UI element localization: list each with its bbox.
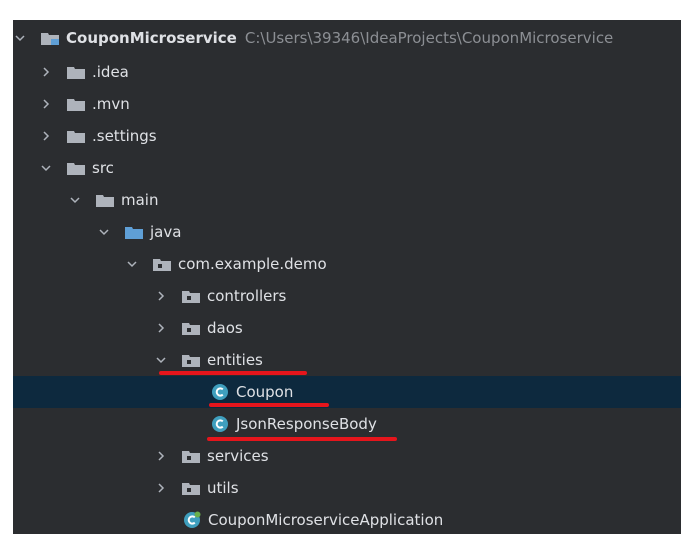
tree-row-java[interactable]: java bbox=[13, 216, 681, 248]
project-tool-window: CouponMicroservice C:\Users\39346\IdeaPr… bbox=[0, 0, 681, 534]
spring-boot-class-icon bbox=[183, 511, 201, 529]
package-label-entities: entities bbox=[207, 351, 263, 369]
folder-icon bbox=[67, 162, 85, 175]
folder-label-src: src bbox=[92, 159, 114, 177]
chevron-right-icon[interactable] bbox=[39, 97, 53, 111]
tree-row-mvn[interactable]: .mvn bbox=[13, 88, 681, 120]
tree-row-coupon[interactable]: Coupon bbox=[13, 376, 681, 408]
folder-label-idea: .idea bbox=[92, 63, 129, 81]
chevron-down-icon[interactable] bbox=[154, 353, 168, 367]
chevron-down-icon[interactable] bbox=[13, 31, 27, 45]
chevron-right-icon[interactable] bbox=[39, 65, 53, 79]
tree-row-application[interactable]: CouponMicroserviceApplication bbox=[13, 504, 681, 534]
class-icon bbox=[211, 383, 229, 401]
folder-icon bbox=[96, 194, 114, 207]
red-underline-coupon bbox=[209, 403, 329, 407]
package-folder-icon bbox=[182, 482, 200, 495]
package-label-utils: utils bbox=[207, 479, 239, 497]
chevron-down-icon[interactable] bbox=[39, 161, 53, 175]
package-folder-icon bbox=[182, 450, 200, 463]
class-label-json-response-body: JsonResponseBody bbox=[236, 415, 377, 433]
tree-row-package[interactable]: com.example.demo bbox=[13, 248, 681, 280]
package-folder-icon bbox=[153, 258, 171, 271]
package-label-controllers: controllers bbox=[207, 287, 287, 305]
folder-label-main: main bbox=[121, 191, 159, 209]
folder-icon bbox=[67, 98, 85, 111]
tree-row-services[interactable]: services bbox=[13, 440, 681, 472]
tree-row-main[interactable]: main bbox=[13, 184, 681, 216]
project-path: C:\Users\39346\IdeaProjects\CouponMicros… bbox=[244, 29, 614, 47]
chevron-down-icon[interactable] bbox=[125, 257, 139, 271]
tree-row-src[interactable]: src bbox=[13, 152, 681, 184]
red-underline-entities bbox=[159, 371, 307, 375]
folder-icon bbox=[67, 130, 85, 143]
project-tree[interactable]: CouponMicroservice C:\Users\39346\IdeaPr… bbox=[13, 20, 681, 534]
chevron-down-icon[interactable] bbox=[68, 193, 82, 207]
chevron-right-icon[interactable] bbox=[39, 129, 53, 143]
tree-row-settings[interactable]: .settings bbox=[13, 120, 681, 152]
tree-row-idea[interactable]: .idea bbox=[13, 56, 681, 88]
class-icon bbox=[211, 415, 229, 433]
folder-label-settings: .settings bbox=[92, 127, 157, 145]
project-name: CouponMicroservice bbox=[66, 29, 237, 47]
package-folder-icon bbox=[182, 290, 200, 303]
chevron-right-icon[interactable] bbox=[154, 289, 168, 303]
folder-icon bbox=[67, 66, 85, 79]
folder-label-java: java bbox=[150, 223, 182, 241]
source-folder-icon bbox=[125, 226, 143, 239]
chevron-right-icon[interactable] bbox=[154, 449, 168, 463]
chevron-right-icon[interactable] bbox=[154, 481, 168, 495]
tree-row-json-response-body[interactable]: JsonResponseBody bbox=[13, 408, 681, 441]
package-label-services: services bbox=[207, 447, 269, 465]
package-folder-icon bbox=[182, 354, 200, 367]
module-folder-icon bbox=[41, 32, 59, 45]
package-label-daos: daos bbox=[207, 319, 243, 337]
package-label: com.example.demo bbox=[178, 255, 327, 273]
class-label-coupon: Coupon bbox=[236, 383, 294, 401]
chevron-right-icon[interactable] bbox=[154, 321, 168, 335]
tree-row-controllers[interactable]: controllers bbox=[13, 280, 681, 312]
tree-row-entities[interactable]: entities bbox=[13, 344, 681, 376]
package-folder-icon bbox=[182, 322, 200, 335]
tree-row-utils[interactable]: utils bbox=[13, 472, 681, 504]
folder-label-mvn: .mvn bbox=[92, 95, 130, 113]
class-label-application: CouponMicroserviceApplication bbox=[208, 511, 444, 529]
tree-row-project-root[interactable]: CouponMicroservice C:\Users\39346\IdeaPr… bbox=[13, 20, 681, 56]
chevron-down-icon[interactable] bbox=[97, 225, 111, 239]
tree-row-daos[interactable]: daos bbox=[13, 312, 681, 344]
